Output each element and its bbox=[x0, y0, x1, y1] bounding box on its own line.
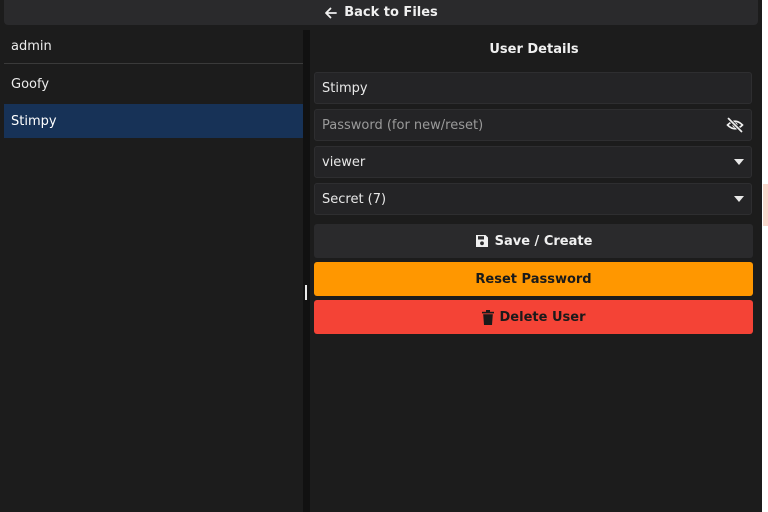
arrow-left-icon bbox=[324, 6, 338, 20]
panel-splitter[interactable] bbox=[303, 30, 310, 512]
chevron-down-icon bbox=[734, 196, 744, 202]
reset-password-label: Reset Password bbox=[475, 271, 592, 287]
user-item-goofy[interactable]: Goofy bbox=[4, 67, 303, 101]
user-item-admin[interactable]: admin bbox=[4, 30, 303, 64]
text-cursor bbox=[305, 285, 307, 300]
panel-title: User Details bbox=[489, 42, 579, 57]
role-select-value: viewer bbox=[322, 154, 366, 170]
offscreen-edge bbox=[763, 184, 768, 226]
chevron-down-icon bbox=[734, 159, 744, 165]
app-window: Back to Files admin Goofy Stimpy User De… bbox=[0, 0, 762, 512]
clearance-select-value: Secret (7) bbox=[322, 191, 387, 207]
save-create-label: Save / Create bbox=[494, 233, 593, 249]
clearance-select[interactable]: Secret (7) bbox=[314, 183, 752, 215]
back-to-files-label: Back to Files bbox=[344, 5, 438, 20]
delete-user-button[interactable]: Delete User bbox=[314, 300, 753, 334]
user-item-stimpy[interactable]: Stimpy bbox=[4, 104, 303, 138]
password-field[interactable] bbox=[314, 109, 752, 141]
back-to-files-button[interactable]: Back to Files bbox=[4, 0, 758, 25]
floppy-disk-icon bbox=[475, 234, 489, 248]
user-item-label: admin bbox=[11, 39, 52, 54]
user-list: admin Goofy Stimpy bbox=[0, 30, 303, 512]
user-item-label: Stimpy bbox=[11, 113, 57, 129]
user-details-panel: User Details viewer Secret (7) bbox=[310, 30, 762, 512]
password-input[interactable] bbox=[322, 117, 726, 133]
reset-password-button[interactable]: Reset Password bbox=[314, 262, 753, 296]
username-input[interactable] bbox=[322, 80, 744, 96]
user-item-label: Goofy bbox=[11, 76, 50, 92]
eye-off-icon[interactable] bbox=[726, 117, 744, 133]
trash-icon bbox=[481, 309, 494, 325]
delete-user-label: Delete User bbox=[499, 309, 586, 325]
username-field[interactable] bbox=[314, 72, 752, 104]
role-select[interactable]: viewer bbox=[314, 146, 752, 178]
save-create-button[interactable]: Save / Create bbox=[314, 224, 753, 258]
